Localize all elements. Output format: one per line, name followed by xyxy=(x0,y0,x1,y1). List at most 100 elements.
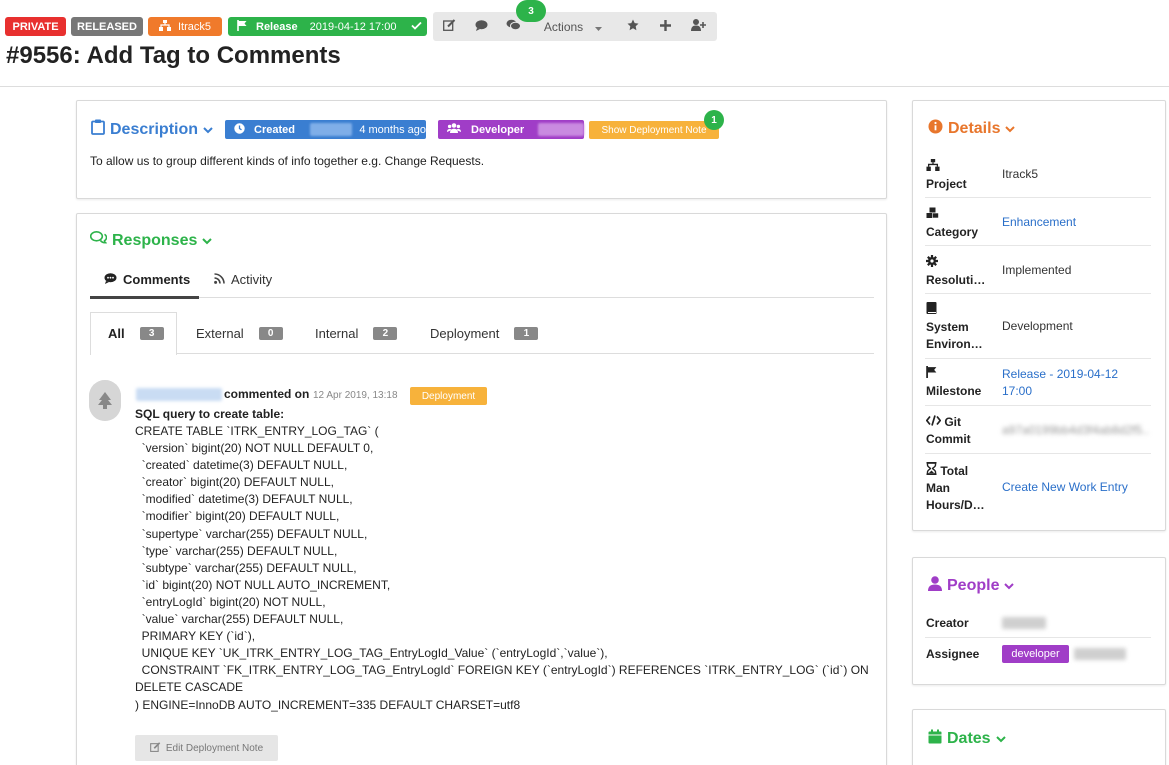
assignee-label: Assignee xyxy=(926,647,980,661)
filter-tab-external[interactable]: External 0 xyxy=(196,326,283,341)
private-badge: PRIVATE xyxy=(5,17,66,36)
comments-count-badge: 3 xyxy=(516,0,546,22)
description-heading[interactable]: Description xyxy=(91,119,213,140)
sitemap-icon xyxy=(926,159,988,176)
hourglass-icon xyxy=(926,462,937,478)
filter-tab-internal[interactable]: Internal 2 xyxy=(315,326,398,341)
add-button[interactable] xyxy=(649,12,682,41)
sitemap-icon xyxy=(158,19,171,34)
flag-icon xyxy=(926,366,988,383)
add-user-button[interactable] xyxy=(682,12,715,41)
detail-resolution-value: Implemented xyxy=(1002,263,1072,277)
creator-name-redacted xyxy=(1002,617,1046,629)
cog-icon xyxy=(926,255,988,272)
count-badge: 2 xyxy=(373,327,398,340)
comment-icon xyxy=(475,19,488,34)
people-heading[interactable]: People xyxy=(928,576,1015,596)
user-icon xyxy=(928,576,942,596)
count-badge: 3 xyxy=(139,327,164,340)
flag-icon xyxy=(237,19,248,34)
chevron-down-icon xyxy=(1005,120,1016,138)
check-icon xyxy=(411,21,423,33)
description-text: To allow us to group different kinds of … xyxy=(90,154,485,168)
star-button[interactable] xyxy=(617,12,649,41)
user-plus-icon xyxy=(691,19,706,34)
deployment-note-count: 1 xyxy=(704,110,724,130)
detail-milestone-value[interactable]: Release - 2019-04-12 17:00 xyxy=(1002,366,1132,400)
cubes-icon xyxy=(926,207,988,224)
created-pill: Created 4 months ago xyxy=(225,120,426,139)
show-deployment-note-button[interactable]: Show Deployment Note xyxy=(589,121,719,139)
detail-divider xyxy=(925,197,1151,198)
detail-category-label: Category xyxy=(926,207,988,241)
detail-resolution-label: Resoluti… xyxy=(926,255,988,289)
active-tab-underline xyxy=(90,296,199,299)
developer-pill: Developer xyxy=(438,120,584,139)
info-circle-icon xyxy=(928,119,943,139)
filters-divider xyxy=(177,353,874,354)
created-by-redacted xyxy=(309,123,353,136)
comment-action: commented on xyxy=(224,387,310,401)
users-icon xyxy=(447,123,461,136)
comment-body: CREATE TABLE `ITRK_ENTRY_LOG_TAG` ( `ver… xyxy=(135,424,869,712)
code-icon xyxy=(925,415,942,429)
clipboard-icon xyxy=(91,119,105,140)
detail-divider xyxy=(925,453,1151,454)
rss-icon xyxy=(214,272,225,287)
detail-git-commit-label: Git Commit xyxy=(925,415,971,446)
dates-heading[interactable]: Dates xyxy=(928,729,1006,749)
detail-divider xyxy=(925,293,1151,294)
tabs-divider xyxy=(90,297,874,298)
edit-deployment-note-button[interactable]: Edit Deployment Note xyxy=(135,735,278,761)
edit-icon xyxy=(149,741,161,755)
clock-icon xyxy=(234,122,245,137)
detail-divider xyxy=(925,245,1151,246)
filter-tab-all[interactable]: All 3 xyxy=(108,326,164,341)
comment-icon xyxy=(104,272,117,287)
count-badge: 0 xyxy=(258,327,283,340)
detail-environment-value: Development xyxy=(1002,319,1073,333)
chevron-down-icon xyxy=(1004,577,1015,595)
comment-button[interactable] xyxy=(465,12,497,41)
released-badge: RELEASED xyxy=(71,17,143,36)
release-badge[interactable]: Release 2019-04-12 17:00 xyxy=(228,17,427,36)
action-button-group: Actions xyxy=(433,12,717,41)
project-badge[interactable]: Itrack5 xyxy=(148,17,222,36)
edit-button[interactable] xyxy=(433,12,465,41)
header-divider xyxy=(0,86,1169,87)
creator-label: Creator xyxy=(926,616,969,630)
calendar-icon xyxy=(928,729,942,749)
comment-heading: SQL query to create table: xyxy=(135,407,285,421)
tab-activity[interactable]: Activity xyxy=(214,272,272,287)
filter-tab-deployment[interactable]: Deployment 1 xyxy=(430,326,539,341)
star-icon xyxy=(627,19,639,34)
detail-milestone-label: Milestone xyxy=(926,366,988,400)
comment-date: 12 Apr 2019, 13:18 xyxy=(313,390,398,401)
count-badge: 1 xyxy=(514,327,539,340)
comments-icon xyxy=(506,19,521,34)
comments-outline-icon xyxy=(89,231,108,250)
chevron-down-icon xyxy=(203,121,213,139)
details-heading[interactable]: Details xyxy=(928,119,1016,139)
people-divider xyxy=(925,637,1151,638)
chevron-down-icon xyxy=(995,730,1006,748)
responses-heading[interactable]: Responses xyxy=(89,231,213,250)
book-icon xyxy=(926,302,988,319)
detail-category-value[interactable]: Enhancement xyxy=(1002,214,1150,231)
detail-project-value: Itrack5 xyxy=(1002,167,1039,181)
page-title: #9556: Add Tag to Comments xyxy=(6,42,341,69)
assignee-name-redacted xyxy=(1074,648,1126,660)
detail-git-commit-value[interactable]: a97a0199bb4d3f4ab8d2f5... xyxy=(1002,422,1150,439)
create-work-entry-link[interactable]: Create New Work Entry xyxy=(1002,479,1150,496)
detail-project-label: Project xyxy=(926,159,988,193)
tab-comments[interactable]: Comments xyxy=(104,272,190,287)
developer-name-redacted xyxy=(538,123,584,136)
caret-down-icon xyxy=(595,20,603,34)
detail-divider xyxy=(925,405,1151,406)
commenter-name-redacted xyxy=(136,388,222,401)
avatar xyxy=(89,380,121,421)
detail-environment-label: System Environ… xyxy=(926,302,988,353)
detail-divider xyxy=(925,358,1151,359)
detail-man-hours-label: Total Man Hours/D… xyxy=(926,462,985,512)
plus-icon xyxy=(660,19,671,34)
